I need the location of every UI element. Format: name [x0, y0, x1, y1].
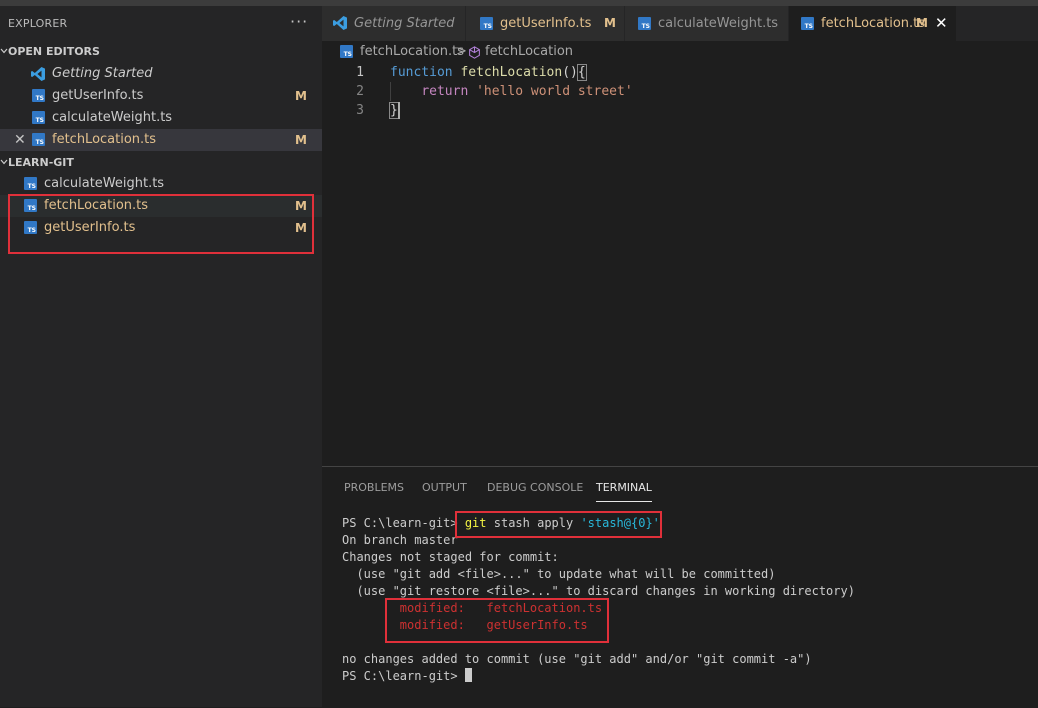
keyword-function: function	[390, 65, 453, 80]
function-name: fetchLocation	[460, 65, 563, 80]
terminal-prompt: PS C:\learn-git>	[342, 669, 465, 683]
tab-output[interactable]: OUTPUT	[422, 475, 467, 501]
modified-badge: M	[295, 133, 307, 147]
code-line-2: return 'hello world street'	[390, 82, 633, 101]
editor-tab-bar: Getting Started getUserInfo.ts M calcula…	[322, 6, 1038, 41]
keyword-return: return	[421, 84, 469, 99]
modified-files-highlight-box	[385, 598, 609, 643]
modified-badge: M	[604, 16, 616, 30]
bottom-panel: PROBLEMS OUTPUT DEBUG CONSOLE TERMINAL P…	[322, 466, 1038, 708]
tab-getuserinfo[interactable]: getUserInfo.ts M	[466, 6, 625, 41]
typescript-file-icon	[32, 111, 45, 124]
breadcrumb: fetchLocation.ts > fetchLocation	[322, 41, 1038, 63]
modified-badge: M	[916, 16, 928, 30]
breadcrumb-separator: >	[456, 44, 467, 59]
tab-fetchlocation[interactable]: fetchLocation.ts M ✕	[789, 6, 957, 41]
open-editor-label: calculateWeight.ts	[52, 110, 173, 125]
line-number: 2	[356, 84, 364, 99]
code-line-1: function fetchLocation(){	[390, 63, 587, 82]
string-literal: 'hello world street'	[476, 84, 633, 99]
vscode-icon	[31, 67, 45, 81]
tab-getting-started[interactable]: Getting Started	[322, 6, 466, 41]
open-brace: {	[576, 64, 587, 81]
close-icon[interactable]: ✕	[14, 129, 26, 151]
folder-section-header[interactable]: LEARN-GIT	[0, 152, 74, 174]
more-actions-icon[interactable]: ···	[290, 12, 308, 31]
file-tree-item[interactable]: calculateWeight.ts	[0, 173, 322, 195]
breadcrumb-file[interactable]: fetchLocation.ts	[360, 41, 464, 63]
typescript-file-icon	[24, 177, 37, 190]
code-line-3: }	[389, 101, 399, 120]
explorer-sidebar: EXPLORER ··· OPEN EDITORS Getting Starte…	[0, 6, 322, 707]
typescript-file-icon	[32, 89, 45, 102]
chevron-down-icon	[0, 152, 8, 174]
terminal-line: Changes not staged for commit:	[342, 550, 559, 564]
typescript-file-icon	[32, 133, 45, 146]
open-editor-item[interactable]: Getting Started	[0, 63, 322, 85]
tab-terminal[interactable]: TERMINAL	[596, 475, 652, 502]
terminal-line: On branch master	[342, 533, 458, 547]
terminal-line: (use "git add <file>..." to update what …	[342, 567, 776, 581]
typescript-file-icon	[340, 45, 353, 58]
open-editors-section-header[interactable]: OPEN EDITORS	[0, 41, 100, 63]
open-editor-item[interactable]: calculateWeight.ts	[0, 107, 322, 129]
highlight-annotation-box	[8, 194, 314, 254]
typescript-file-icon	[480, 17, 493, 30]
typescript-file-icon	[801, 17, 814, 30]
terminal-cursor	[464, 668, 472, 682]
command-highlight-box	[455, 511, 662, 538]
tab-label: Getting Started	[354, 16, 455, 31]
tab-problems[interactable]: PROBLEMS	[344, 475, 404, 501]
explorer-title: EXPLORER	[8, 17, 68, 30]
open-editor-label: getUserInfo.ts	[52, 88, 144, 103]
tab-label: fetchLocation.ts	[821, 16, 926, 31]
terminal-prompt-line: PS C:\learn-git>	[342, 668, 472, 685]
file-label: calculateWeight.ts	[44, 176, 165, 191]
tab-label: getUserInfo.ts	[500, 16, 592, 31]
terminal-line: no changes added to commit (use "git add…	[342, 652, 812, 666]
params: ()	[562, 65, 578, 80]
tab-calculateweight[interactable]: calculateWeight.ts	[625, 6, 789, 41]
line-number: 1	[356, 65, 364, 80]
open-editors-title: OPEN EDITORS	[8, 45, 100, 58]
close-brace: }	[389, 102, 399, 119]
tab-label: calculateWeight.ts	[658, 16, 779, 31]
line-number: 3	[356, 103, 364, 118]
method-symbol-icon	[469, 46, 480, 59]
open-editor-label: Getting Started	[52, 66, 153, 81]
terminal-prompt: PS C:\learn-git>	[342, 516, 458, 530]
open-editor-label: fetchLocation.ts	[52, 132, 157, 147]
folder-title: LEARN-GIT	[8, 156, 74, 169]
vscode-icon	[333, 16, 347, 30]
typescript-file-icon	[638, 17, 651, 30]
chevron-down-icon	[0, 41, 8, 63]
code-editor[interactable]: 1 2 3 function fetchLocation(){ return '…	[322, 63, 1038, 463]
close-icon[interactable]: ✕	[935, 6, 948, 41]
text-cursor	[398, 102, 400, 119]
modified-badge: M	[295, 89, 307, 103]
breadcrumb-symbol[interactable]: fetchLocation	[485, 41, 573, 63]
open-editor-item-active[interactable]: ✕ fetchLocation.ts M	[0, 129, 322, 151]
tab-debug-console[interactable]: DEBUG CONSOLE	[487, 475, 583, 501]
open-editor-item[interactable]: getUserInfo.ts M	[0, 85, 322, 107]
